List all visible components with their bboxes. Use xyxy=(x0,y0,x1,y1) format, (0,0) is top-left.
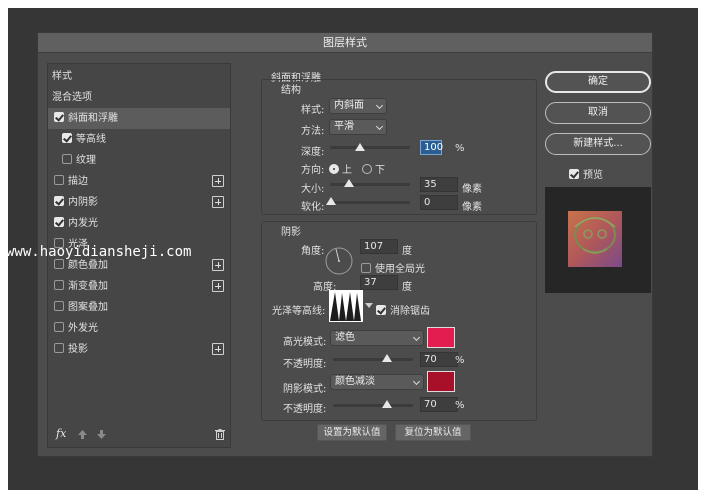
add-inner-shadow-plus-icon[interactable] xyxy=(212,196,224,208)
radio-down[interactable] xyxy=(362,164,372,174)
checkbox-global-light[interactable] xyxy=(361,263,371,273)
shadow-color-swatch[interactable] xyxy=(427,371,455,392)
list-item-stroke[interactable]: 描边 xyxy=(48,171,230,192)
direction-label: 方向: xyxy=(301,165,325,176)
list-item-drop-shadow[interactable]: 投影 xyxy=(48,339,230,360)
technique-label: 方法: xyxy=(301,126,325,137)
checkbox-inner-shadow[interactable] xyxy=(54,196,64,206)
altitude-input[interactable]: 37 xyxy=(360,275,398,290)
depth-label: 深度: xyxy=(301,147,325,158)
preview-thumbnail-image xyxy=(568,211,622,267)
move-up-arrow-icon[interactable] xyxy=(78,430,87,439)
shadow-opacity-track[interactable] xyxy=(333,404,413,407)
depth-unit: % xyxy=(455,143,465,154)
highlight-mode-select[interactable]: 滤色 xyxy=(330,330,424,346)
list-item-inner-glow[interactable]: 内发光 xyxy=(48,213,230,234)
blending-options-item[interactable]: 混合选项 xyxy=(48,87,230,108)
styles-header[interactable]: 样式 xyxy=(48,66,230,87)
checkbox-contour[interactable] xyxy=(62,133,72,143)
structure-title: 结构 xyxy=(281,85,301,96)
radio-up[interactable] xyxy=(329,164,339,174)
highlight-opacity-input[interactable]: 70 xyxy=(420,352,458,367)
size-input[interactable]: 35 xyxy=(420,177,458,192)
new-style-button[interactable]: 新建样式... xyxy=(545,133,651,155)
add-gradient-overlay-plus-icon[interactable] xyxy=(212,280,224,292)
checkbox-bevel-emboss[interactable] xyxy=(54,112,64,122)
size-slider-track[interactable] xyxy=(330,183,410,186)
checkbox-texture[interactable] xyxy=(62,154,72,164)
list-item-contour[interactable]: 等高线 xyxy=(48,129,230,150)
checkbox-preview[interactable] xyxy=(569,169,579,179)
style-preview xyxy=(545,187,651,293)
checkbox-inner-glow[interactable] xyxy=(54,217,64,227)
depth-slider-track[interactable] xyxy=(330,146,410,149)
direction-up-radio[interactable]: 上 xyxy=(329,161,352,176)
highlight-mode-label: 高光模式: xyxy=(283,337,327,348)
checkbox-outer-glow[interactable] xyxy=(54,322,64,332)
soften-unit: 像素 xyxy=(462,202,482,213)
shadow-opacity-label: 不透明度: xyxy=(283,404,327,415)
fx-menu-icon[interactable]: fx xyxy=(56,427,66,440)
list-item-inner-shadow[interactable]: 内阴影 xyxy=(48,192,230,213)
dialog-title: 图层样式 xyxy=(38,33,652,53)
bevel-style-select[interactable]: 内斜面 xyxy=(329,98,387,114)
direction-down-radio[interactable]: 下 xyxy=(362,161,385,176)
reset-default-button[interactable]: 复位为默认值 xyxy=(395,424,471,441)
gloss-contour-thumbnail[interactable] xyxy=(329,290,363,322)
list-footer-toolbar: fx xyxy=(48,423,230,447)
shadow-opacity-unit: % xyxy=(455,400,465,411)
size-slider-thumb[interactable] xyxy=(344,179,354,187)
shadow-opacity-thumb[interactable] xyxy=(382,400,392,408)
checkbox-antialias[interactable] xyxy=(376,305,386,315)
checkbox-gradient-overlay[interactable] xyxy=(54,280,64,290)
soften-input[interactable]: 0 xyxy=(420,195,458,210)
chevron-down-icon xyxy=(412,333,421,342)
highlight-opacity-label: 不透明度: xyxy=(283,359,327,370)
size-label: 大小: xyxy=(301,184,325,195)
shadow-mode-select[interactable]: 颜色减淡 xyxy=(330,374,424,390)
highlight-color-swatch[interactable] xyxy=(427,327,455,348)
soften-slider-thumb[interactable] xyxy=(326,197,336,205)
soften-label: 软化: xyxy=(301,202,325,213)
antialias-checkbox[interactable]: 消除锯齿 xyxy=(376,302,430,317)
highlight-opacity-unit: % xyxy=(455,355,465,366)
list-item-outer-glow[interactable]: 外发光 xyxy=(48,318,230,339)
depth-slider-thumb[interactable] xyxy=(355,143,365,151)
highlight-opacity-track[interactable] xyxy=(333,358,413,361)
chevron-down-icon xyxy=(412,377,421,386)
trash-icon[interactable] xyxy=(215,429,225,440)
style-label: 样式: xyxy=(301,105,325,116)
checkbox-stroke[interactable] xyxy=(54,175,64,185)
preview-checkbox[interactable]: 预览 xyxy=(569,166,603,181)
move-down-arrow-icon[interactable] xyxy=(97,430,106,439)
gloss-contour-label: 光泽等高线: xyxy=(272,306,326,317)
shadow-mode-label: 阴影模式: xyxy=(283,384,327,395)
make-default-button[interactable]: 设置为默认值 xyxy=(317,424,387,441)
chevron-down-icon xyxy=(375,122,384,131)
ok-button[interactable]: 确定 xyxy=(545,71,651,93)
shadow-opacity-input[interactable]: 70 xyxy=(420,397,458,412)
depth-input[interactable]: 100 xyxy=(420,140,443,155)
checkbox-drop-shadow[interactable] xyxy=(54,343,64,353)
shading-title: 阴影 xyxy=(281,227,301,238)
global-light-checkbox[interactable]: 使用全局光 xyxy=(361,260,425,275)
add-stroke-plus-icon[interactable] xyxy=(212,175,224,187)
list-item-texture[interactable]: 纹理 xyxy=(48,150,230,171)
technique-select[interactable]: 平滑 xyxy=(329,119,387,135)
watermark-text: www.haoyidiansheji.com xyxy=(6,244,192,260)
add-drop-shadow-plus-icon[interactable] xyxy=(212,343,224,355)
list-item-bevel-emboss[interactable]: 斜面和浮雕 xyxy=(48,108,230,129)
altitude-unit: 度 xyxy=(402,282,412,293)
soften-slider-track[interactable] xyxy=(330,201,410,204)
list-item-gradient-overlay[interactable]: 渐变叠加 xyxy=(48,276,230,297)
cancel-button[interactable]: 取消 xyxy=(545,102,651,124)
size-unit: 像素 xyxy=(462,184,482,195)
highlight-opacity-thumb[interactable] xyxy=(382,354,392,362)
chevron-down-icon xyxy=(375,101,384,110)
checkbox-pattern-overlay[interactable] xyxy=(54,301,64,311)
list-item-pattern-overlay[interactable]: 图案叠加 xyxy=(48,297,230,318)
chevron-down-icon[interactable] xyxy=(365,303,373,309)
